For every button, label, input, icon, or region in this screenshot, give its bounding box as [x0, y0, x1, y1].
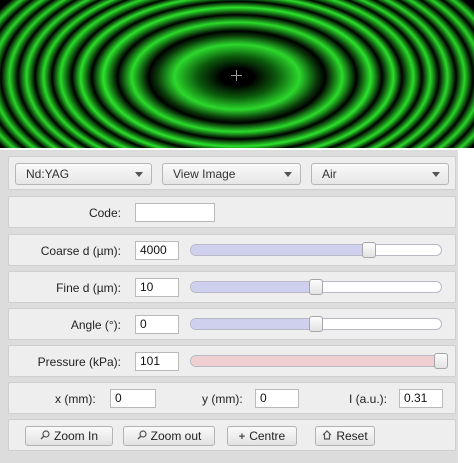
intensity-label: I (a.u.):: [349, 392, 388, 406]
laser-select[interactable]: Nd:YAG: [15, 163, 152, 185]
y-label: y (mm):: [202, 392, 243, 406]
coarse-d-input[interactable]: 4000: [135, 241, 179, 260]
fine-d-row: Fine d (µm): 10: [8, 271, 456, 303]
crosshair-icon: [231, 70, 242, 81]
slider-thumb[interactable]: [309, 316, 323, 332]
slider-fill: [191, 282, 316, 292]
reset-label: Reset: [336, 429, 368, 443]
view-select[interactable]: View Image: [162, 163, 301, 185]
pressure-input[interactable]: 101: [135, 352, 179, 371]
angle-row: Angle (°): 0: [8, 308, 456, 340]
pressure-label: Pressure (kPa):: [37, 355, 121, 369]
readout-row: x (mm): 0 y (mm): 0 I (a.u.): 0.31: [8, 382, 456, 414]
control-panel: Nd:YAG View Image Air Code: Coarse d (µm…: [0, 150, 458, 463]
slider-fill: [191, 245, 369, 255]
slider-thumb[interactable]: [434, 353, 448, 369]
zoom-in-button[interactable]: Zoom In: [25, 426, 113, 446]
medium-select-value: Air: [322, 167, 337, 181]
medium-select[interactable]: Air: [311, 163, 449, 185]
coarse-d-label: Coarse d (µm):: [40, 244, 121, 258]
chevron-down-icon: [432, 172, 440, 177]
y-value-field: 0: [255, 389, 299, 408]
slider-fill: [191, 356, 441, 366]
angle-label: Angle (°):: [70, 318, 121, 332]
code-label: Code:: [88, 206, 121, 220]
home-icon: [322, 428, 332, 446]
view-select-value: View Image: [173, 167, 236, 181]
zoom-in-label: Zoom In: [53, 429, 98, 443]
chevron-down-icon: [135, 172, 143, 177]
fine-d-input[interactable]: 10: [135, 278, 179, 297]
coarse-d-row: Coarse d (µm): 4000: [8, 234, 456, 266]
slider-thumb[interactable]: [309, 279, 323, 295]
zoom-out-label: Zoom out: [150, 429, 202, 443]
laser-select-value: Nd:YAG: [26, 167, 70, 181]
centre-label: Centre: [249, 429, 286, 443]
intensity-value-field: 0.31: [399, 389, 443, 408]
pressure-row: Pressure (kPa): 101: [8, 345, 456, 377]
magnifier-icon: [137, 428, 147, 446]
centre-button[interactable]: + Centre: [227, 426, 297, 446]
angle-input[interactable]: 0: [135, 315, 179, 334]
zoom-out-button[interactable]: Zoom out: [123, 426, 215, 446]
fine-d-label: Fine d (µm):: [56, 281, 121, 295]
button-row: Zoom In Zoom out + Centre Reset: [8, 419, 456, 451]
selector-row: Nd:YAG View Image Air: [8, 156, 456, 190]
chevron-down-icon: [284, 172, 292, 177]
coarse-d-slider[interactable]: [190, 242, 442, 258]
x-value-field: 0: [110, 389, 156, 408]
magnifier-icon: [40, 428, 50, 446]
interference-fringe-viewer[interactable]: [0, 0, 474, 148]
reset-button[interactable]: Reset: [315, 426, 375, 446]
slider-fill: [191, 319, 316, 329]
code-input[interactable]: [135, 203, 215, 222]
code-row: Code:: [8, 196, 456, 228]
x-label: x (mm):: [55, 392, 96, 406]
pressure-slider[interactable]: [190, 353, 448, 369]
angle-slider[interactable]: [190, 316, 442, 332]
slider-thumb[interactable]: [361, 242, 376, 258]
fine-d-slider[interactable]: [190, 279, 442, 295]
plus-icon: +: [238, 431, 246, 443]
